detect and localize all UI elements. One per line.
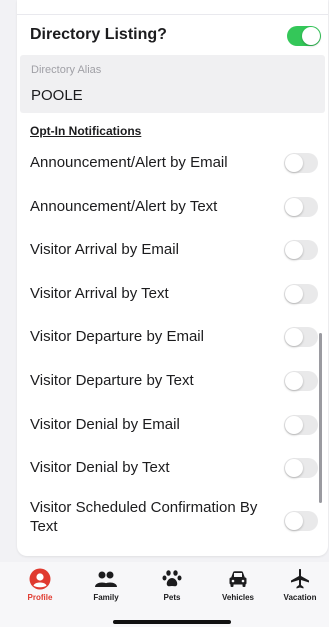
toggle-knob — [285, 284, 303, 303]
toggle-knob — [285, 328, 303, 347]
tab-label: Family — [93, 593, 119, 602]
tab-label: Vacation — [283, 593, 317, 602]
directory-listing-row: Directory Listing? — [17, 16, 328, 54]
tab-label: Pets — [163, 593, 181, 602]
bottom-tab-bar: Profile Family Pets Vehicles Vacation — [0, 562, 329, 627]
directory-listing-toggle[interactable] — [287, 26, 321, 46]
toggle-knob — [285, 415, 303, 434]
notification-row-scheduled-confirmation-text: Visitor Scheduled Confirmation By Text — [17, 490, 328, 552]
airplane-icon — [291, 568, 309, 589]
notification-label: Visitor Departure by Email — [30, 328, 204, 346]
toggle-knob — [285, 459, 303, 478]
tab-family[interactable]: Family — [76, 568, 136, 602]
toggle-knob — [285, 197, 303, 216]
notification-toggle-announcement-text[interactable] — [284, 196, 318, 217]
notification-label: Announcement/Alert by Text — [30, 197, 218, 215]
notification-row-announcement-text: Announcement/Alert by Text — [17, 185, 328, 229]
divider — [17, 14, 328, 15]
notification-row-denial-text: Visitor Denial by Text — [17, 446, 328, 490]
tab-label: Profile — [27, 593, 53, 602]
directory-listing-label: Directory Listing? — [30, 26, 167, 43]
notification-row-arrival-email: Visitor Arrival by Email — [17, 228, 328, 272]
toggle-knob — [285, 511, 303, 530]
tab-vehicles[interactable]: Vehicles — [208, 568, 268, 602]
toggle-knob — [302, 27, 320, 45]
notification-row-denial-email: Visitor Denial by Email — [17, 403, 328, 447]
notification-row-announcement-email: Announcement/Alert by Email — [17, 141, 328, 185]
notification-label: Visitor Arrival by Email — [30, 241, 179, 259]
notification-list: Announcement/Alert by Email Announcement… — [17, 141, 328, 552]
profile-settings-card: Directory Listing? Directory Alias POOLE… — [17, 0, 328, 556]
notification-label: Visitor Denial by Text — [30, 459, 170, 477]
notification-row-arrival-text: Visitor Arrival by Text — [17, 272, 328, 316]
directory-alias-field[interactable]: Directory Alias POOLE — [20, 55, 325, 113]
notification-label: Visitor Arrival by Text — [30, 284, 169, 302]
tab-label: Vehicles — [221, 593, 255, 602]
car-icon — [229, 571, 247, 587]
toggle-knob — [285, 371, 303, 390]
tab-profile[interactable]: Profile — [10, 568, 70, 602]
notification-label: Announcement/Alert by Email — [30, 154, 228, 171]
tab-vacation[interactable]: Vacation — [270, 568, 329, 602]
notification-toggle-departure-email[interactable] — [284, 327, 318, 348]
notification-toggle-arrival-email[interactable] — [284, 240, 318, 261]
tab-pets[interactable]: Pets — [142, 568, 202, 602]
notification-label: Visitor Departure by Text — [30, 371, 194, 389]
notification-row-departure-email: Visitor Departure by Email — [17, 315, 328, 359]
notification-label: Visitor Denial by Email — [30, 415, 180, 433]
notification-toggle-scheduled-confirmation-text[interactable] — [284, 510, 318, 531]
family-icon — [95, 571, 117, 587]
toggle-knob — [285, 154, 303, 172]
notification-toggle-announcement-email[interactable] — [284, 153, 318, 173]
notification-label: Visitor Scheduled Confirmation By Text — [30, 498, 258, 535]
directory-alias-value: POOLE — [31, 87, 83, 104]
notification-toggle-denial-text[interactable] — [284, 458, 318, 479]
notification-toggle-arrival-text[interactable] — [284, 283, 318, 304]
notification-toggle-departure-text[interactable] — [284, 370, 318, 391]
notification-row-departure-text: Visitor Departure by Text — [17, 359, 328, 403]
home-indicator — [113, 620, 231, 624]
opt-in-notifications-title: Opt-In Notifications — [30, 124, 142, 138]
paw-icon — [162, 570, 182, 587]
directory-alias-label: Directory Alias — [31, 64, 102, 76]
notification-toggle-denial-email[interactable] — [284, 414, 318, 435]
profile-icon — [29, 568, 51, 590]
toggle-knob — [285, 241, 303, 260]
scrollbar[interactable] — [319, 333, 322, 503]
